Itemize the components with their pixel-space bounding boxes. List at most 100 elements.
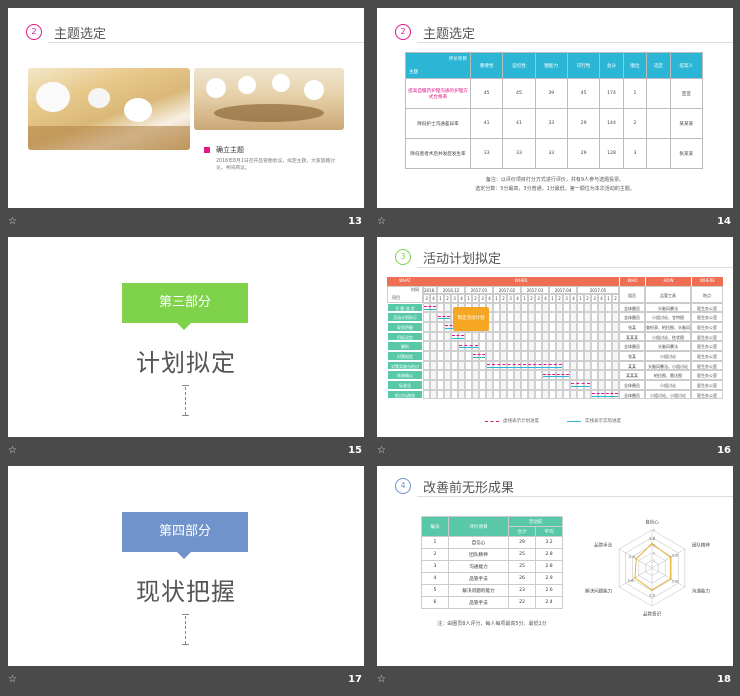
slide-14-thumbnail[interactable]: 2 主题选定 评价项目 主题 重要性 迫切性 圈能力 可行性 总分 顺位 选定 …: [377, 8, 733, 238]
gantt-grid-cell: [514, 370, 521, 381]
gantt-how: 小组讨论: [645, 380, 691, 390]
section-badge: 4: [395, 478, 411, 494]
gantt-week: 2: [444, 294, 451, 303]
gantt-grid-cell: [612, 341, 619, 351]
gantt-who: 某某某: [619, 331, 645, 342]
gantt-grid-cell: [528, 341, 535, 351]
radar-value-label: 2.8: [672, 552, 679, 557]
gantt-grid-cell: [514, 321, 521, 332]
slide-transition-icon[interactable]: ☆: [8, 445, 17, 456]
gantt-chart: WHATWHENWHOHOWWHERE时间项目2016.112016.12201…: [387, 277, 723, 413]
gantt-grid-cell: [591, 380, 598, 390]
gantt-header-who: WHO: [619, 277, 645, 286]
gantt-grid-cell: [472, 370, 479, 381]
meeting-photo-2: [194, 68, 344, 130]
gantt-grid-cell: [493, 302, 500, 313]
divider-cap: [182, 415, 189, 416]
gantt-grid-cell: [612, 302, 619, 313]
subhead-bullet: [204, 147, 210, 153]
gantt-grid-cell: [528, 302, 535, 313]
gantt-grid-cell: [458, 331, 465, 342]
radar-category-label: 品管意识: [643, 611, 661, 618]
intangible-table: 编号 评价项目 活动前 合计 平均 1 自信心 29 3.2 2 团队精神 25 2.8 3…: [421, 516, 563, 609]
radar-tick-label: 1: [653, 559, 655, 563]
gantt-grid-cell: [542, 302, 549, 313]
gantt-grid-cell: [458, 360, 465, 371]
gantt-grid-cell: [458, 351, 465, 361]
gantt-grid-cell: [577, 370, 584, 381]
gantt-grid-cell: [612, 351, 619, 361]
gantt-where: 医生办公室: [691, 360, 723, 371]
gantt-grid-cell: [493, 380, 500, 390]
gantt-grid-cell: [423, 351, 430, 361]
gantt-step: 现状把握: [387, 321, 423, 332]
gantt-grid-cell: [591, 389, 598, 400]
slide-17-thumbnail[interactable]: 第四部分 现状把握 ☆ 17: [8, 466, 364, 696]
gantt-header-how: HOW: [645, 277, 691, 286]
gantt-grid-cell: [444, 331, 451, 342]
gantt-grid-cell: [570, 321, 577, 332]
gantt-actual-bar: [459, 347, 478, 349]
table-header: 提案人: [669, 52, 704, 79]
gantt-grid-cell: [570, 370, 577, 381]
gantt-grid-cell: [563, 302, 570, 313]
radar-axis: [651, 548, 686, 569]
gantt-grid-cell: [577, 331, 584, 342]
divider-cap: [182, 385, 189, 386]
gantt-grid-cell: [493, 341, 500, 351]
gantt-grid-cell: [472, 351, 479, 361]
gantt-week: 3: [591, 294, 598, 303]
gantt-grid-cell: [535, 380, 542, 390]
gantt-grid-cell: [598, 360, 605, 371]
slide-transition-icon[interactable]: ☆: [377, 216, 386, 227]
slide-transition-icon[interactable]: ☆: [377, 674, 386, 685]
gantt-how: 柏拉图、雷达图: [645, 370, 691, 381]
gantt-week: 4: [430, 294, 437, 303]
gantt-grid-cell: [563, 360, 570, 371]
table-note: 注：由圈员8人评分，每人每项最高5分，最低1分: [437, 621, 547, 627]
gantt-sub-time: 时间: [411, 286, 419, 292]
gantt-grid-cell: [444, 341, 451, 351]
gantt-step: 对策实施与检讨: [387, 360, 423, 371]
slide-13-thumbnail[interactable]: 2 主题选定 确立主题 2016年8月1日召开品管圈会议，拟定主题，大家思路讨论…: [8, 8, 364, 238]
gantt-step: 对策拟定: [387, 351, 423, 361]
slide-transition-icon[interactable]: ☆: [8, 216, 17, 227]
gantt-grid-cell: [472, 341, 479, 351]
radar-value-label: 2.8: [672, 579, 679, 584]
slide-18[interactable]: 4 改善前无形成果 编号 评价项目 活动前 合计 平均 1 自信心 29 3.2 2团…: [377, 466, 733, 666]
slide-14[interactable]: 2 主题选定 评价项目 主题 重要性 迫切性 圈能力 可行性 总分 顺位 选定 …: [377, 8, 733, 208]
slide-15[interactable]: 第三部分 计划拟定: [8, 237, 364, 437]
gantt-where: 医生办公室: [691, 341, 723, 351]
gantt-grid-cell: [598, 302, 605, 313]
gantt-actual-bar: [487, 366, 562, 368]
slide-transition-icon[interactable]: ☆: [8, 674, 17, 685]
table-corner: 评价项目 主题: [405, 52, 471, 79]
slide-13[interactable]: 2 主题选定 确立主题 2016年8月1日召开品管圈会议，拟定主题，大家思路讨论…: [8, 8, 364, 208]
gantt-week: 3: [423, 294, 430, 303]
slide-17[interactable]: 第四部分 现状把握: [8, 466, 364, 666]
gantt-grid-cell: [423, 341, 430, 351]
gantt-grid-cell: [451, 389, 458, 400]
gantt-how: 小组讨论、甘特图: [645, 312, 691, 322]
gantt-grid-cell: [584, 380, 591, 390]
radar-chart: 自信心团队精神沟通能力品管意识解决问题能力品管手法123453.22.82.82…: [585, 519, 710, 618]
slide-18-thumbnail[interactable]: 4 改善前无形成果 编号 评价项目 活动前 合计 平均 1 自信心 29 3.2 2团…: [377, 466, 733, 696]
section-pointer: [177, 323, 191, 330]
slide-15-thumbnail[interactable]: 第三部分 计划拟定 ☆ 15: [8, 237, 364, 467]
gantt-grid-cell: [612, 380, 619, 390]
gantt-grid-cell: [430, 389, 437, 400]
gantt-plan-bar: [571, 383, 590, 385]
gantt-grid-cell: [577, 380, 584, 390]
gantt-grid-cell: [528, 331, 535, 342]
gantt-grid-cell: [514, 360, 521, 371]
slide-transition-icon[interactable]: ☆: [377, 445, 386, 456]
table-row: 降低患者术后并发症发生率 33 33 33 29 128 3 张某某: [405, 138, 704, 169]
slide-16-thumbnail[interactable]: 3 活动计划拟定 WHATWHENWHOHOWWHERE时间项目2016.112…: [377, 237, 733, 467]
gantt-grid-cell: [556, 302, 563, 313]
slide-16[interactable]: 3 活动计划拟定 WHATWHENWHOHOWWHERE时间项目2016.112…: [377, 237, 733, 437]
gantt-week: 1: [493, 294, 500, 303]
radar-point: [651, 589, 653, 591]
table-row: 4 品管手法 26 2.9: [421, 572, 563, 585]
section-label: 第四部分: [122, 512, 248, 552]
table-note-2: 选定分数：5分最高，3分普通，1分最低，第一顺位为本次活动的主题。: [475, 186, 635, 192]
